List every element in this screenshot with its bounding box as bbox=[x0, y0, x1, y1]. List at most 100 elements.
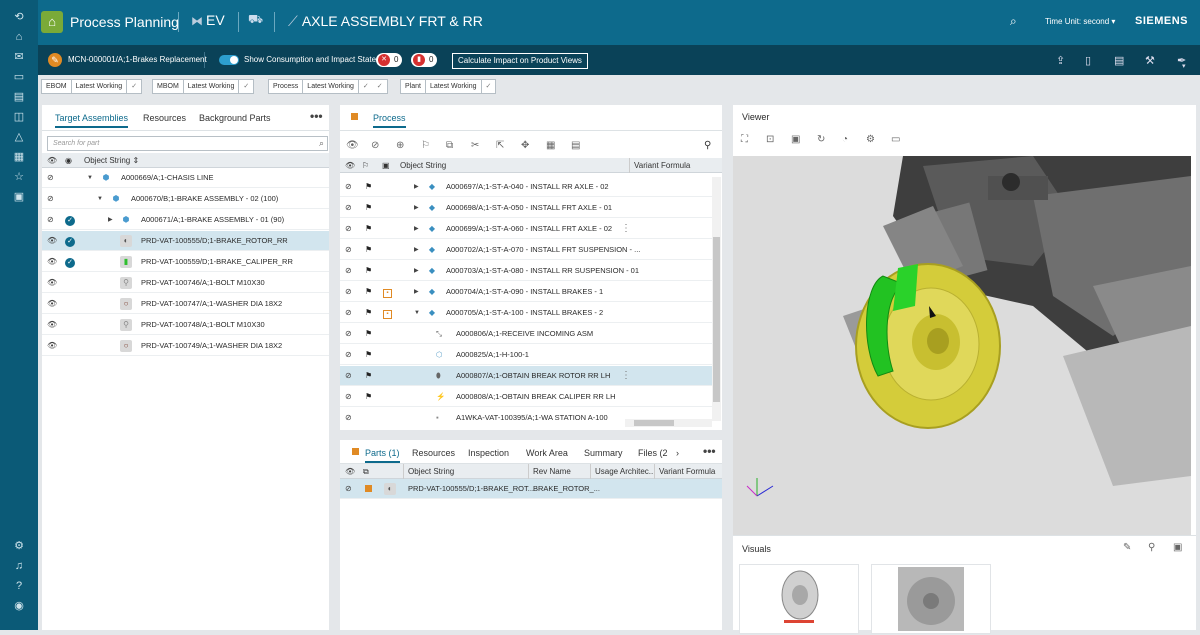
tab-background-parts[interactable]: Background Parts bbox=[199, 113, 271, 123]
hidden-eye-icon[interactable]: ⊘ bbox=[345, 387, 352, 407]
favorites-icon[interactable]: ☆ bbox=[0, 167, 38, 187]
tab-resources[interactable]: Resources bbox=[412, 448, 455, 458]
tab-target-assemblies[interactable]: Target Assemblies bbox=[55, 113, 129, 128]
change-notice-label[interactable]: MCN-000001/A;1-Brakes Replacement bbox=[68, 55, 207, 64]
calculate-impact-button[interactable]: Calculate Impact on Product Views bbox=[452, 53, 588, 69]
add-icon[interactable]: ⊕ bbox=[396, 140, 404, 151]
notification-icon[interactable]: ♫ bbox=[0, 556, 38, 576]
product-context[interactable]: ⟋ AXLE ASSEMBLY FRT & RR bbox=[288, 13, 483, 30]
flag-column-icon[interactable]: ⚐ bbox=[362, 158, 369, 173]
rev-name-header[interactable]: Rev Name bbox=[528, 464, 571, 479]
tab-parts[interactable]: Parts (1) bbox=[365, 448, 400, 463]
process-context[interactable]: Process Latest Working ✓ ✓ bbox=[268, 79, 388, 94]
object-string-header[interactable]: Object String bbox=[400, 158, 446, 173]
tree-row[interactable]: 👁 ⚲ PRD-VAT-100748/A;1-BOLT M10X30 bbox=[42, 315, 329, 335]
search-icon[interactable]: ⌕ bbox=[319, 137, 324, 150]
fit-all-icon[interactable]: ⛶ bbox=[741, 134, 748, 145]
object-string-header[interactable]: Object String bbox=[403, 464, 454, 479]
consumption-toggle[interactable] bbox=[219, 55, 239, 65]
help-icon[interactable]: ? bbox=[0, 576, 38, 596]
tabs-scroll-right-icon[interactable]: › bbox=[676, 448, 679, 458]
process-row[interactable]: ⊘ ⚑ ⤡ A000806/A;1-RECEIVE INCOMING ASM bbox=[340, 324, 712, 344]
tree-row[interactable]: 👁 ○ PRD-VAT-100747/A;1-WASHER DIA 18X2 bbox=[42, 294, 329, 314]
hidden-eye-icon[interactable]: ⊘ bbox=[345, 219, 352, 239]
variant-formula-header[interactable]: Variant Formula bbox=[629, 158, 690, 173]
eye-icon[interactable]: 👁 bbox=[47, 273, 57, 293]
show-icon[interactable]: 👁 bbox=[346, 140, 359, 151]
share-icon[interactable]: ⇪ bbox=[1056, 54, 1065, 67]
process-row[interactable]: ⊘ ⚑ ⚡ A000808/A;1-OBTAIN BREAK CALIPER RR L… bbox=[340, 387, 712, 407]
hidden-eye-icon[interactable]: ⊘ bbox=[345, 408, 352, 428]
process-row[interactable]: ⊘ ⚑ ▶ ◆ A000699/A;1-ST-A-060 - INSTALL FRT A… bbox=[340, 219, 712, 239]
ebom-context[interactable]: EBOM Latest Working ✓ bbox=[41, 79, 143, 94]
inbox-icon[interactable]: ✉ bbox=[0, 47, 38, 67]
scroll-thumb[interactable] bbox=[713, 237, 720, 402]
edit-icon[interactable]: ✎ bbox=[1123, 542, 1131, 553]
usage-architecture-header[interactable]: Usage Architec... bbox=[590, 464, 655, 479]
tab-process[interactable]: Process bbox=[373, 113, 406, 128]
eye-icon[interactable]: 👁 bbox=[47, 252, 57, 272]
reports-icon[interactable]: ▤ bbox=[0, 87, 38, 107]
collapse-arrow-icon[interactable]: ▼ bbox=[414, 303, 420, 323]
tab-work-area[interactable]: Work Area bbox=[526, 448, 568, 458]
tab-resources[interactable]: Resources bbox=[143, 113, 186, 123]
row-menu-icon[interactable]: ⋮ bbox=[621, 219, 631, 239]
impact-count-badge[interactable]: ✕ 0 bbox=[376, 53, 403, 67]
hidden-eye-icon[interactable]: ⊘ bbox=[345, 261, 352, 281]
hidden-eye-icon[interactable]: ⊘ bbox=[345, 198, 352, 218]
expand-arrow-icon[interactable]: ▶ bbox=[414, 177, 419, 197]
process-row[interactable]: ⊘ ⚑ ⬮ A000807/A;1-OBTAIN BREAK ROTOR RR LH ⋮ bbox=[340, 366, 712, 386]
eye-icon[interactable]: 👁 bbox=[47, 231, 57, 251]
brake-assembly-3d-model[interactable] bbox=[733, 156, 1191, 536]
tree-row[interactable]: ⊘ ▼ ⬢ A000670/B;1-BRAKE ASSEMBLY - 02 (100) bbox=[42, 189, 329, 209]
snapshot-icon[interactable]: ▣ bbox=[791, 134, 800, 145]
process-horizontal-scrollbar[interactable] bbox=[625, 419, 712, 427]
eye-icon[interactable]: 👁 bbox=[47, 315, 57, 335]
assign-icon[interactable]: ⚐ bbox=[421, 140, 430, 151]
expand-arrow-icon[interactable]: ▶ bbox=[108, 210, 113, 230]
more-menu-icon[interactable]: ••• bbox=[310, 109, 323, 123]
view-column-icon[interactable]: ▣ bbox=[382, 158, 390, 173]
window-icon[interactable]: ▭ bbox=[891, 134, 900, 145]
process-row[interactable]: ⊘ ⚑ ▶ ◆ A000698/A;1-ST-A-050 - INSTALL FRT A… bbox=[340, 198, 712, 218]
tab-files[interactable]: Files (2 bbox=[638, 448, 668, 458]
row-menu-icon[interactable]: ⋮ bbox=[621, 366, 631, 386]
hidden-eye-icon[interactable]: ⊘ bbox=[345, 366, 352, 386]
back-icon[interactable]: ⟲ bbox=[0, 7, 38, 27]
tab-summary[interactable]: Summary bbox=[584, 448, 623, 458]
visual-thumbnail[interactable] bbox=[739, 564, 859, 634]
hidden-eye-icon[interactable]: ⊘ bbox=[345, 324, 352, 344]
export-icon[interactable]: ⇱ bbox=[496, 140, 504, 151]
context-ev[interactable]: ⧓ EV bbox=[191, 12, 225, 28]
hidden-eye-icon[interactable]: ⊘ bbox=[47, 189, 54, 209]
tree-row[interactable]: ⊘ ✓ ▶ ⬢ A000671/A;1-BRAKE ASSEMBLY - 01 (90) bbox=[42, 210, 329, 230]
move-icon[interactable]: ✥ bbox=[521, 140, 529, 151]
document-icon[interactable]: ▦ bbox=[0, 147, 38, 167]
visibility-column-icon[interactable]: 👁 bbox=[345, 158, 355, 173]
tree-row[interactable]: 👁 ✓ ◐ PRD-VAT-100555/D;1-BRAKE_ROTOR_RR bbox=[42, 231, 329, 251]
search-icon[interactable]: ⌕ bbox=[1010, 14, 1017, 29]
hidden-eye-icon[interactable]: ⊘ bbox=[345, 345, 352, 365]
visual-thumbnail[interactable] bbox=[871, 564, 991, 634]
folder-icon[interactable]: ▭ bbox=[0, 67, 38, 87]
process-row[interactable]: ⊘ ⚑ ▶ ◆ A000702/A;1-ST-A-070 - INSTALL FRT S… bbox=[340, 240, 712, 260]
cut-icon[interactable]: ✂ bbox=[471, 140, 479, 151]
copy-icon[interactable]: ⧉ bbox=[446, 140, 453, 151]
collapse-arrow-icon[interactable]: ▼ bbox=[87, 168, 93, 188]
car-icon[interactable]: ⛟ bbox=[248, 12, 263, 28]
report-icon[interactable]: ▤ bbox=[1114, 54, 1124, 67]
settings-icon[interactable]: ⚙ bbox=[0, 536, 38, 556]
expand-arrow-icon[interactable]: ▶ bbox=[414, 261, 419, 281]
hidden-eye-icon[interactable]: ⊘ bbox=[47, 210, 54, 230]
hidden-eye-icon[interactable]: ⊘ bbox=[345, 177, 352, 197]
eye-icon[interactable]: 👁 bbox=[47, 336, 57, 356]
section-icon[interactable]: ◔ bbox=[842, 134, 848, 145]
eye-icon[interactable]: 👁 bbox=[47, 294, 57, 314]
process-row[interactable]: ⊘ ⚑ ⬡ A000825/A;1-H-100-1 bbox=[340, 345, 712, 365]
fit-selected-icon[interactable]: ⊡ bbox=[766, 134, 774, 145]
process-vertical-scrollbar[interactable] bbox=[712, 177, 721, 421]
mbom-context[interactable]: MBOM Latest Working ✓ bbox=[152, 79, 255, 94]
render-mode-icon[interactable]: ⚙ bbox=[866, 134, 875, 145]
hidden-eye-icon[interactable]: ⊘ bbox=[345, 479, 352, 499]
expand-arrow-icon[interactable]: ▶ bbox=[414, 240, 419, 260]
